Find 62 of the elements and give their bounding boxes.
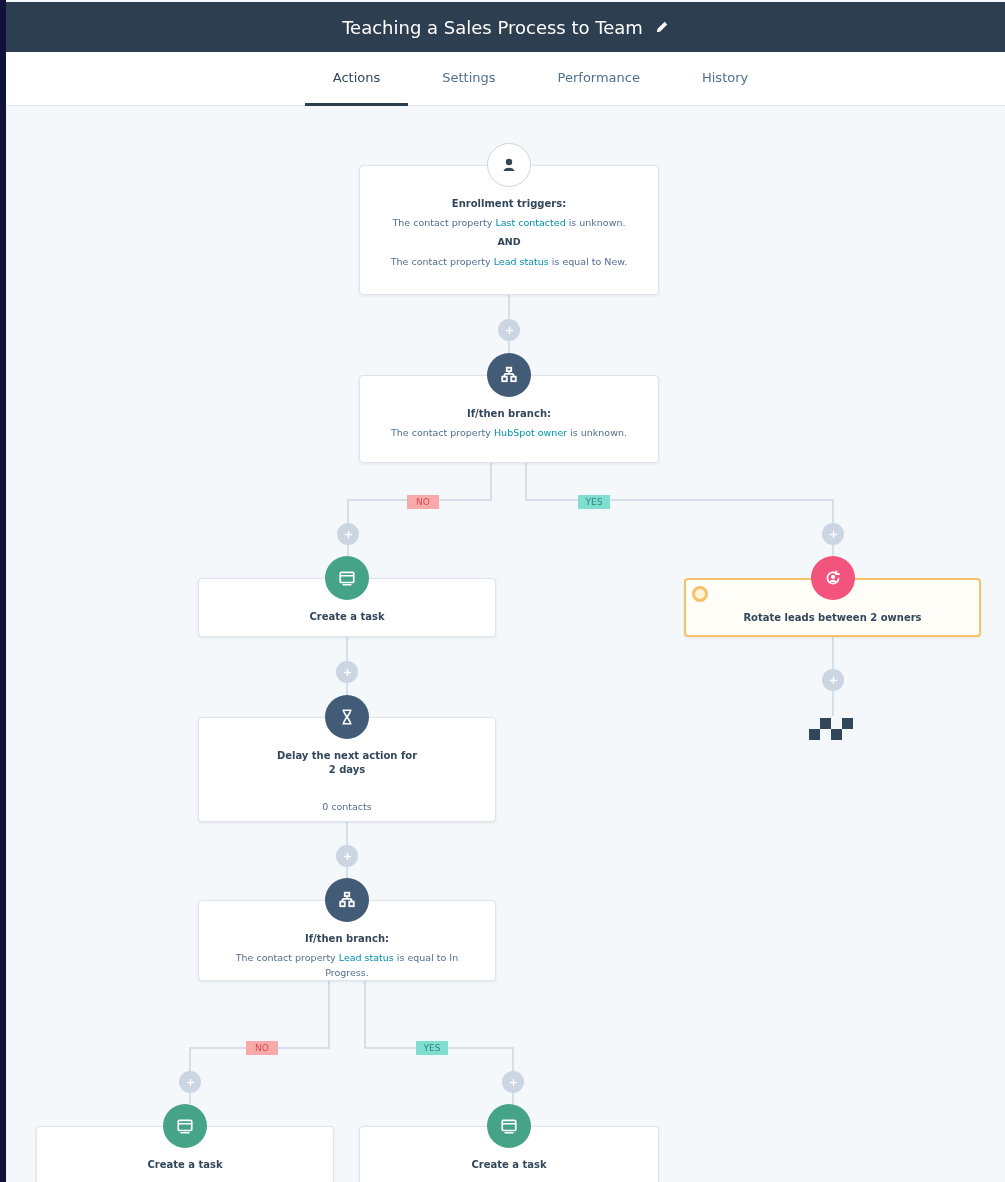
tab[interactable]: History <box>674 52 777 106</box>
plus-icon <box>504 325 514 335</box>
plus-icon <box>508 1077 518 1087</box>
action-title: Enrollment triggers: <box>451 197 567 211</box>
action-title: Create a task <box>309 610 385 624</box>
action-title: Rotate leads between 2 owners <box>743 611 922 625</box>
action-card[interactable]: Rotate leads between 2 owners <box>684 578 981 637</box>
action-card[interactable]: Create a task <box>36 1126 334 1182</box>
action-title: If/then branch: <box>305 932 389 946</box>
action-card[interactable]: Enrollment triggers: The contact property Last contacted is unknown. AND The contact property Lead status is equal to New. <box>359 165 659 295</box>
property-link[interactable]: Lead status <box>493 256 549 267</box>
plus-icon <box>185 1077 195 1087</box>
rotate-owner-icon <box>810 556 855 600</box>
contact-icon <box>487 143 531 187</box>
action-card[interactable]: If/then branch: The contact property HubSpot owner is unknown. <box>359 375 659 463</box>
condition-text: The contact property HubSpot owner is unknown. <box>391 426 627 440</box>
action-title: Create a task <box>147 1158 223 1172</box>
add-step-button[interactable] <box>336 845 358 867</box>
condition-text: The contact property Lead status is equal to In Progress. <box>234 951 460 980</box>
contact-count: 0 contacts <box>322 800 372 814</box>
add-step-button[interactable] <box>822 669 844 691</box>
task-icon <box>163 1104 207 1148</box>
workflow-title: Teaching a Sales Process to Team <box>342 16 643 38</box>
task-icon <box>487 1104 531 1148</box>
checkered-flag-icon <box>809 718 853 740</box>
condition-text: The contact property Last contacted is unknown. <box>392 216 626 230</box>
task-icon <box>325 556 369 600</box>
branch-icon <box>487 353 531 397</box>
warning-icon <box>692 586 708 602</box>
tab[interactable]: Actions <box>304 52 409 106</box>
tab[interactable]: Performance <box>529 52 668 106</box>
branch-label: YES <box>578 495 610 509</box>
action-card[interactable]: Create a task <box>198 578 496 637</box>
action-title: If/then branch: <box>467 407 551 421</box>
plus-icon <box>342 667 352 677</box>
action-card[interactable]: Create a task <box>359 1126 659 1182</box>
add-step-button[interactable] <box>337 523 359 545</box>
plus-icon <box>342 851 352 861</box>
branch-label: NO <box>246 1041 278 1055</box>
action-title: Delay the next action for 2 days <box>275 749 419 777</box>
plus-icon <box>828 675 838 685</box>
add-step-button[interactable] <box>502 1071 524 1093</box>
plus-icon <box>828 529 838 539</box>
add-step-button[interactable] <box>336 661 358 683</box>
add-step-button[interactable] <box>498 319 520 341</box>
tab[interactable]: Settings <box>414 52 524 106</box>
hourglass-icon <box>325 695 369 739</box>
action-card[interactable]: If/then branch: The contact property Lead status is equal to In Progress. <box>198 900 496 981</box>
action-card[interactable]: Delay the next action for 2 days 0 contacts <box>198 717 496 822</box>
add-step-button[interactable] <box>822 523 844 545</box>
condition-text: The contact property Lead status is equal to New. <box>390 255 628 269</box>
action-title: Create a task <box>471 1158 547 1172</box>
edit-icon[interactable] <box>654 20 669 34</box>
branch-label: NO <box>407 495 439 509</box>
branch-icon <box>325 878 369 922</box>
and-label: AND <box>497 235 521 249</box>
branch-label: YES <box>416 1041 448 1055</box>
property-link[interactable]: Last contacted <box>495 217 566 228</box>
plus-icon <box>343 529 353 539</box>
add-step-button[interactable] <box>179 1071 201 1093</box>
property-link[interactable]: HubSpot owner <box>493 427 568 438</box>
property-link[interactable]: Lead status <box>338 952 394 963</box>
